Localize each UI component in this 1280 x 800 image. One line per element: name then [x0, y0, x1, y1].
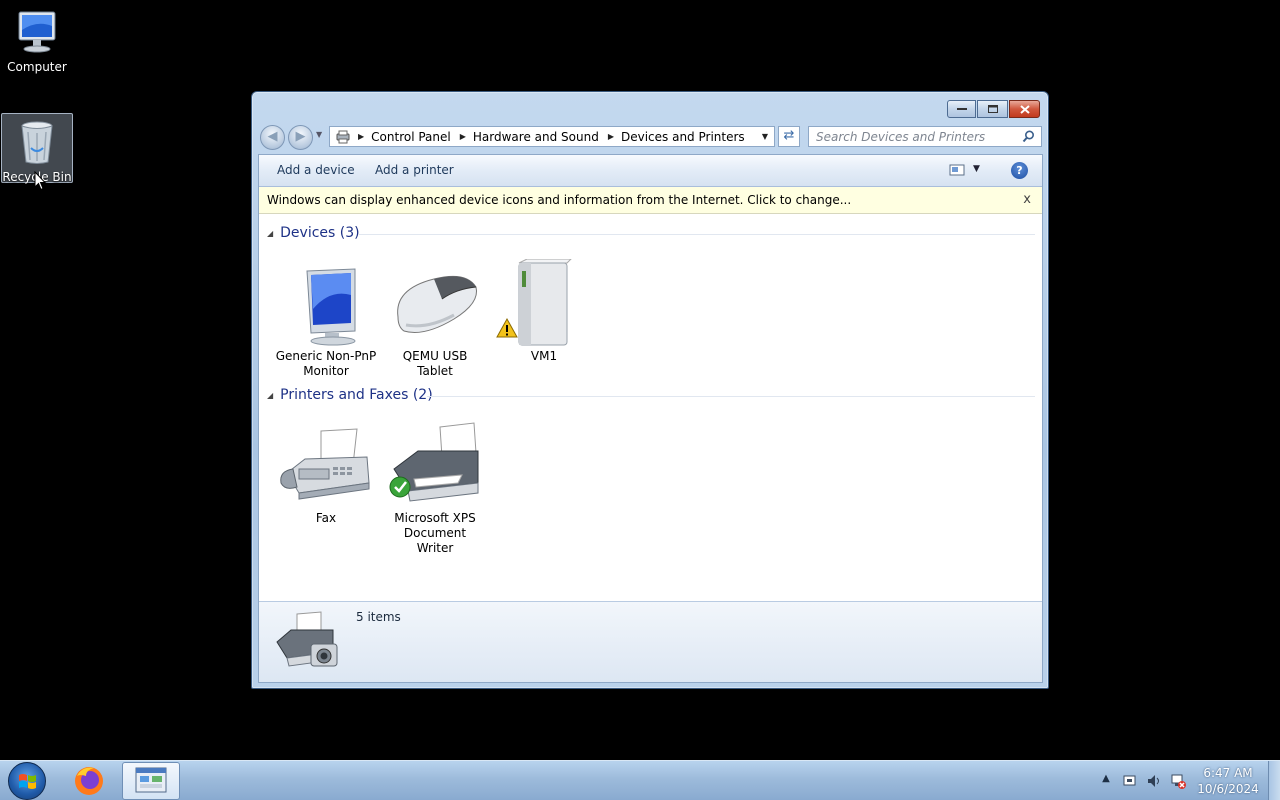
taskbar-clock[interactable]: 6:47 AM 10/6/2024 [1194, 765, 1262, 797]
close-button[interactable] [1009, 100, 1040, 118]
printer-icon [384, 421, 486, 509]
action-center-flag-icon[interactable] [1122, 773, 1138, 789]
device-label: Microsoft XPS [394, 511, 476, 525]
mouse-cursor-icon [34, 171, 46, 191]
info-bar-text: Windows can display enhanced device icon… [267, 193, 852, 207]
info-bar-close-button[interactable]: x [1023, 187, 1031, 213]
minimize-button[interactable] [947, 100, 976, 118]
address-bar[interactable]: ▶ Control Panel ▶ Hardware and Sound ▶ D… [329, 126, 775, 147]
clock-time: 6:47 AM [1203, 766, 1253, 780]
device-generic-monitor[interactable]: Generic Non-PnP Monitor [275, 259, 377, 379]
view-options-dropdown-icon[interactable]: ▼ [973, 164, 980, 174]
group-title: Devices (3) [280, 225, 360, 241]
breadcrumb-control-panel[interactable]: Control Panel [371, 130, 451, 144]
breadcrumb-separator-icon[interactable]: ▶ [608, 132, 614, 141]
maximize-icon [987, 105, 998, 113]
refresh-icon: ⇄ [783, 128, 795, 143]
breadcrumb-devices-and-printers[interactable]: Devices and Printers [621, 130, 745, 144]
mouse-device-icon [384, 259, 486, 347]
network-disconnected-icon[interactable] [1170, 773, 1186, 789]
group-divider [359, 234, 1035, 235]
windows-logo-icon [19, 774, 36, 789]
breadcrumb-separator-icon[interactable]: ▶ [358, 132, 364, 141]
add-printer-button[interactable]: Add a printer [375, 163, 454, 177]
desktop-icon-computer[interactable]: Computer [1, 4, 73, 76]
help-button[interactable]: ? [1011, 162, 1028, 179]
back-button[interactable]: ◀ [260, 125, 285, 150]
clock-date: 10/6/2024 [1197, 782, 1259, 796]
device-label: Monitor [303, 364, 349, 378]
command-bar: Add a device Add a printer ▼ ? [259, 155, 1042, 187]
device-label: VM1 [530, 349, 558, 363]
fax-icon [275, 421, 377, 509]
search-icon[interactable] [1022, 130, 1035, 143]
monitor-icon [275, 259, 377, 347]
details-pane: 5 items [259, 601, 1042, 682]
help-icon: ? [1016, 164, 1023, 177]
device-vm1[interactable]: VM1 [493, 258, 595, 364]
content-panel: Add a device Add a printer ▼ ? Windows c… [258, 154, 1043, 683]
taskbar: ▲ 6:47 AM 10/6/2024 [0, 760, 1280, 800]
navigation-row: ◀ ▶ ▼ ▶ Control Panel ▶ Hardware and Sou… [260, 124, 1042, 150]
device-fax[interactable]: Fax [275, 421, 377, 526]
address-dropdown-icon[interactable]: ▼ [756, 127, 774, 146]
taskbar-devices-and-printers-button[interactable] [122, 762, 180, 800]
recent-pages-dropdown[interactable]: ▼ [316, 130, 322, 139]
back-arrow-icon: ◀ [267, 129, 278, 144]
show-hidden-icons-button[interactable]: ▲ [1098, 773, 1114, 789]
device-microsoft-xps-document-writer[interactable]: Microsoft XPS Document Writer [384, 421, 486, 556]
close-icon [1019, 104, 1030, 114]
devices-and-printers-window: ◀ ▶ ▼ ▶ Control Panel ▶ Hardware and Sou… [251, 91, 1049, 689]
item-count: 5 items [356, 610, 401, 624]
volume-icon[interactable] [1146, 773, 1162, 789]
group-header-printers-and-faxes[interactable]: ◢ Printers and Faxes (2) [267, 387, 433, 403]
firefox-icon [75, 767, 103, 795]
recycle-bin-icon [13, 118, 61, 166]
device-label: QEMU USB [402, 349, 468, 363]
collapse-triangle-icon[interactable]: ◢ [267, 229, 273, 238]
breadcrumb-separator-icon[interactable]: ▶ [460, 132, 466, 141]
maximize-button[interactable] [977, 100, 1008, 118]
control-panel-icon [135, 767, 167, 793]
computer-icon [13, 8, 61, 56]
taskbar-firefox-button[interactable] [60, 762, 118, 800]
window-caption-buttons [947, 100, 1040, 118]
forward-button[interactable]: ▶ [288, 125, 313, 150]
refresh-button[interactable]: ⇄ [778, 126, 800, 147]
search-input[interactable] [809, 127, 1009, 146]
device-qemu-usb-tablet[interactable]: QEMU USB Tablet [384, 259, 486, 379]
device-label: Generic Non-PnP [275, 349, 377, 363]
devices-and-printers-icon [276, 611, 338, 667]
desktop-icon-label: Computer [7, 60, 67, 74]
device-label: Tablet [417, 364, 453, 378]
info-bar[interactable]: Windows can display enhanced device icon… [259, 187, 1042, 214]
computer-tower-icon [493, 258, 595, 347]
system-tray: ▲ [1098, 771, 1186, 791]
group-title: Printers and Faxes (2) [280, 387, 433, 403]
add-device-button[interactable]: Add a device [277, 163, 355, 177]
change-view-icon[interactable] [949, 163, 965, 177]
device-label: Document Writer [403, 526, 467, 555]
minimize-icon [956, 108, 967, 110]
search-box[interactable] [808, 126, 1042, 147]
show-desktop-button[interactable] [1268, 761, 1280, 800]
forward-arrow-icon: ▶ [295, 129, 306, 144]
device-label: Fax [315, 511, 337, 525]
breadcrumb-hardware-and-sound[interactable]: Hardware and Sound [473, 130, 599, 144]
group-divider [427, 396, 1035, 397]
group-header-devices[interactable]: ◢ Devices (3) [267, 225, 360, 241]
collapse-triangle-icon[interactable]: ◢ [267, 391, 273, 400]
start-button[interactable] [8, 762, 46, 800]
devices-printers-location-icon [335, 130, 351, 144]
